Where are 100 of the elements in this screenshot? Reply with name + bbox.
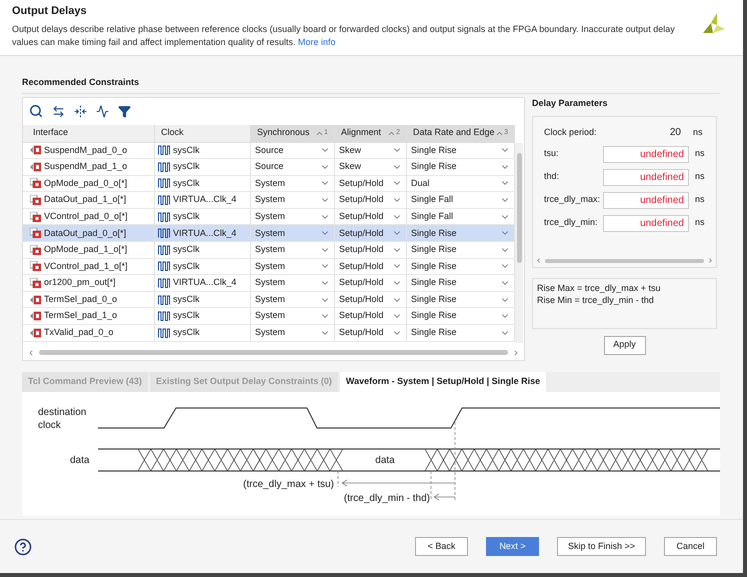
scroll-right-icon[interactable] bbox=[707, 257, 714, 264]
alignment-dropdown[interactable]: Setup/Hold bbox=[335, 208, 407, 224]
column-header[interactable]: Interface bbox=[27, 124, 155, 142]
interface-name: TxValid_pad_0_o bbox=[44, 326, 114, 340]
clock-name: sysClk bbox=[173, 292, 200, 306]
synchronous-dropdown[interactable]: System bbox=[251, 308, 335, 324]
help-icon[interactable] bbox=[14, 538, 32, 556]
delay-input-field[interactable]: undefined bbox=[603, 192, 689, 208]
clock-name: VIRTUA...Clk_4 bbox=[173, 226, 236, 240]
clock-label: destination clock bbox=[38, 406, 86, 430]
formula-text: Rise Min = trce_dly_min - thd bbox=[537, 294, 655, 306]
clock-name: sysClk bbox=[173, 326, 200, 340]
clock-name: sysClk bbox=[173, 210, 200, 223]
bus-port-icon bbox=[30, 278, 41, 288]
alignment-dropdown[interactable]: Setup/Hold bbox=[335, 192, 407, 208]
apply-button[interactable]: Apply bbox=[604, 336, 646, 354]
parameters-scrollbar[interactable] bbox=[535, 258, 714, 264]
table-row[interactable]: SuspendM_pad_1_o sysClk Source Skew Single Rise bbox=[23, 159, 515, 176]
interface-name: SuspendM_pad_1_o bbox=[44, 160, 128, 174]
synchronous-dropdown[interactable]: Source bbox=[251, 159, 335, 175]
more-info-link[interactable]: More info bbox=[298, 36, 336, 46]
table-row[interactable]: TxValid_pad_0_o sysClk System Setup/Hold Single Rise bbox=[23, 325, 515, 342]
interface-name: TermSel_pad_0_o bbox=[44, 292, 118, 306]
wizard-button[interactable]: Skip to Finish >> bbox=[556, 537, 646, 556]
table-row[interactable]: DataOut_pad_1_o[*] VIRTUA...Clk_4 System Setup/Hold Single Fall bbox=[23, 192, 515, 209]
delay-input-field[interactable]: undefined bbox=[603, 146, 689, 162]
delay-input-field[interactable]: undefined bbox=[603, 214, 689, 232]
clock-wave-icon bbox=[158, 328, 170, 338]
alignment-dropdown[interactable]: Setup/Hold bbox=[335, 225, 407, 242]
wizard-button[interactable]: Next > bbox=[486, 537, 539, 556]
vertical-scrollbar[interactable] bbox=[515, 142, 523, 342]
alignment-dropdown[interactable]: Setup/Hold bbox=[335, 242, 407, 258]
alignment-dropdown[interactable]: Skew bbox=[335, 159, 407, 175]
bus-port-icon bbox=[30, 244, 41, 255]
wizard-button[interactable]: < Back bbox=[414, 537, 468, 556]
scroll-left-icon[interactable] bbox=[27, 348, 35, 356]
scroll-left-icon[interactable] bbox=[535, 257, 542, 264]
unit-label: ns bbox=[695, 170, 705, 184]
panel-tab[interactable]: Waveform - System | Setup/Hold | Single Rise bbox=[340, 372, 546, 392]
clock-wave-icon bbox=[158, 145, 170, 156]
synchronous-dropdown[interactable]: Source bbox=[251, 142, 335, 158]
clock-wave-icon bbox=[158, 212, 170, 222]
table-row[interactable]: OpMode_pad_0_o[*] sysClk System Setup/Hold Dual bbox=[23, 176, 515, 192]
synchronous-dropdown[interactable]: System bbox=[251, 292, 335, 308]
max-delay-label: (trce_dly_max + tsu) bbox=[243, 478, 334, 490]
collapse-icon[interactable] bbox=[74, 104, 87, 118]
output-port-icon bbox=[30, 294, 41, 305]
wizard-button[interactable]: Cancel bbox=[664, 537, 717, 556]
waveform-icon[interactable] bbox=[96, 104, 109, 118]
min-delay-label: (trce_dly_min - thd) bbox=[344, 492, 430, 504]
alignment-dropdown[interactable]: Skew bbox=[335, 142, 407, 158]
unit-label: ns bbox=[695, 216, 705, 230]
output-port-icon bbox=[30, 311, 41, 322]
clock-wave-icon bbox=[158, 294, 170, 305]
synchronous-dropdown[interactable]: System bbox=[251, 192, 335, 208]
table-row[interactable]: OpMode_pad_1_o[*] sysClk System Setup/Hold Single Rise bbox=[23, 242, 515, 259]
alignment-dropdown[interactable]: Setup/Hold bbox=[335, 308, 407, 324]
formula-text: Rise Max = trce_dly_max + tsu bbox=[537, 282, 662, 294]
alignment-dropdown[interactable]: Setup/Hold bbox=[335, 292, 407, 308]
synchronous-dropdown[interactable]: System bbox=[251, 176, 335, 192]
interface-name: OpMode_pad_0_o[*] bbox=[44, 176, 128, 190]
clock-name: sysClk bbox=[173, 243, 200, 256]
table-row[interactable]: VControl_pad_0_o[*] sysClk System Setup/Hold Single Fall bbox=[23, 208, 515, 226]
alignment-dropdown[interactable]: Setup/Hold bbox=[335, 176, 407, 192]
page-description: Output delays describe relative phase between reference clocks (usually board or forwarded clocks) and output signals at the FPGA boundary. Inaccurate output delay values can make timing fail and affect implementation quality of results. More info bbox=[12, 22, 676, 48]
horizontal-scrollbar[interactable] bbox=[27, 348, 520, 356]
delay-input-field[interactable]: undefined bbox=[603, 168, 689, 186]
clock-wave-icon bbox=[158, 162, 170, 172]
output-port-icon bbox=[30, 145, 41, 156]
table-row[interactable]: TermSel_pad_1_o sysClk System Setup/Hold Single Rise bbox=[23, 308, 515, 326]
swap-arrows-icon[interactable] bbox=[52, 104, 65, 118]
synchronous-dropdown[interactable]: System bbox=[251, 225, 335, 242]
alignment-dropdown[interactable]: Setup/Hold bbox=[335, 258, 407, 274]
alignment-dropdown[interactable]: Setup/Hold bbox=[335, 325, 407, 341]
clock-wave-icon bbox=[158, 195, 170, 206]
alignment-dropdown[interactable]: Setup/Hold bbox=[335, 275, 407, 291]
interface-name: DataOut_pad_1_o[*] bbox=[44, 193, 126, 206]
clock-wave-icon bbox=[158, 311, 170, 322]
table-row[interactable]: SuspendM_pad_0_o sysClk Source Skew Single Rise bbox=[23, 142, 515, 160]
synchronous-dropdown[interactable]: System bbox=[251, 242, 335, 258]
table-row[interactable]: or1200_pm_out[*] VIRTUA...Clk_4 System Setup/Hold Single Rise bbox=[23, 275, 515, 292]
interface-name: TermSel_pad_1_o bbox=[44, 309, 118, 322]
table-row[interactable]: TermSel_pad_0_o sysClk System Setup/Hold Single Rise bbox=[23, 292, 515, 308]
filter-icon[interactable] bbox=[118, 104, 131, 118]
search-icon[interactable] bbox=[29, 104, 43, 118]
scroll-right-icon[interactable] bbox=[512, 348, 520, 356]
table-row[interactable]: DataOut_pad_0_o[*] VIRTUA...Clk_4 System Setup/Hold Single Rise bbox=[23, 225, 515, 242]
synchronous-dropdown[interactable]: System bbox=[251, 275, 335, 291]
synchronous-dropdown[interactable]: System bbox=[251, 258, 335, 274]
synchronous-dropdown[interactable]: System bbox=[251, 208, 335, 224]
bus-port-icon bbox=[30, 228, 41, 238]
unit-label: ns bbox=[695, 147, 705, 160]
clock-name: VIRTUA...Clk_4 bbox=[173, 276, 236, 290]
table-row[interactable]: VControl_pad_1_o[*] sysClk System Setup/Hold Single Rise bbox=[23, 258, 515, 276]
clock-name: VIRTUA...Clk_4 bbox=[173, 193, 236, 206]
synchronous-dropdown[interactable]: System bbox=[251, 325, 335, 341]
clock-name: sysClk bbox=[173, 160, 200, 174]
clock-name: sysClk bbox=[173, 260, 200, 273]
interface-name: DataOut_pad_0_o[*] bbox=[44, 226, 126, 240]
field-label: trce_dly_min: bbox=[544, 216, 599, 230]
